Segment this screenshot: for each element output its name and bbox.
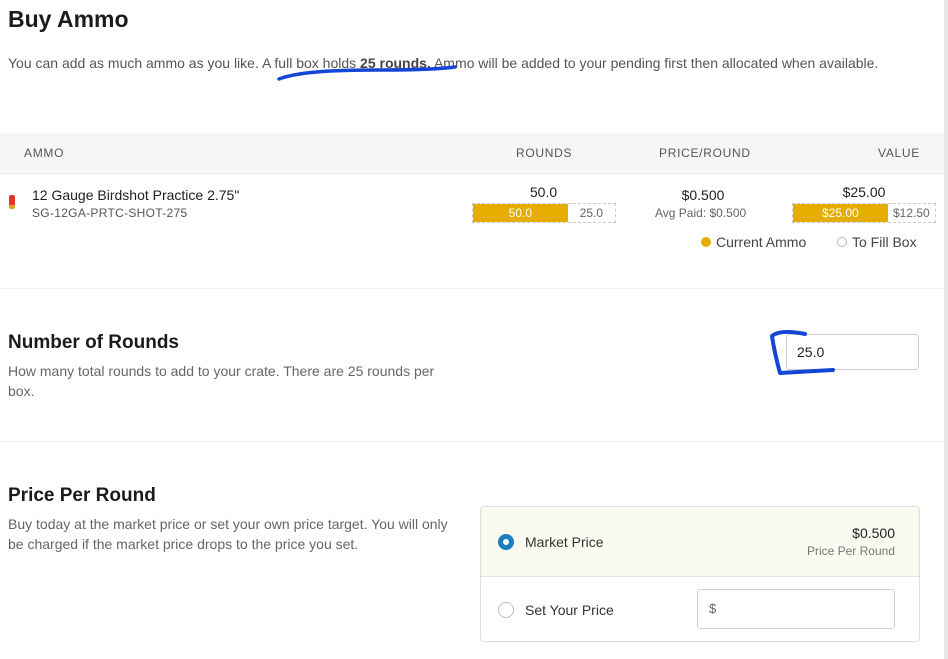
price-options: Market Price $0.500 Price Per Round Set … — [480, 506, 920, 642]
intro-text: You can add as much ammo as you like. A … — [8, 53, 908, 73]
legend-current: Current Ammo — [701, 234, 806, 250]
legend-fill: To Fill Box — [837, 234, 917, 250]
rounds-input[interactable] — [786, 334, 919, 370]
price-per-round: $0.500 — [681, 187, 725, 203]
avg-paid: Avg Paid: $0.500 — [655, 206, 747, 220]
rounds-section-description: How many total rounds to add to your cra… — [8, 363, 435, 399]
shotgun-shell-icon — [9, 195, 15, 209]
market-price-radio[interactable] — [498, 534, 514, 550]
legend-current-label: Current Ammo — [716, 234, 807, 250]
rounds-bar: 50.0 25.0 — [472, 203, 616, 223]
header-value: VALUE — [878, 146, 920, 160]
page-title: Buy Ammo — [8, 6, 129, 32]
table-row: 12 Gauge Birdshot Practice 2.75" SG-12GA… — [0, 174, 944, 289]
value-bar: $25.00 $12.50 — [792, 203, 936, 223]
set-price-label: Set Your Price — [525, 602, 614, 618]
market-price-option[interactable]: Market Price $0.500 Price Per Round — [481, 507, 919, 577]
price-section-description: Buy today at the market price or set you… — [8, 516, 448, 552]
value-to-fill: $12.50 — [893, 206, 930, 220]
rounds-current-fill: 50.0 — [473, 204, 568, 222]
intro-text-start: You can add as much ammo as you like. A … — [8, 55, 361, 71]
header-price-round: PRICE/ROUND — [659, 146, 751, 160]
price-section-title: Price Per Round — [8, 485, 156, 506]
current-ammo-dot-icon — [701, 237, 711, 247]
ammo-name: 12 Gauge Birdshot Practice 2.75" — [32, 187, 240, 203]
currency-prefix: $ — [709, 601, 717, 616]
value-total: $25.00 — [842, 184, 886, 200]
value-current-fill: $25.00 — [793, 204, 888, 222]
box-size-highlight: 25 rounds. — [360, 55, 431, 71]
section-divider — [0, 441, 944, 442]
ammo-sku: SG-12GA-PRTC-SHOT-275 — [32, 206, 188, 220]
to-fill-dot-icon — [837, 237, 847, 247]
header-rounds: ROUNDS — [516, 146, 573, 160]
header-ammo: AMMO — [24, 146, 65, 160]
set-price-field[interactable]: $ — [697, 589, 895, 629]
intro-text-end: Ammo will be added to your pending first… — [430, 55, 879, 71]
market-price-sub: Price Per Round — [806, 544, 895, 558]
market-price-label: Market Price — [525, 534, 604, 550]
set-price-input[interactable] — [722, 594, 886, 626]
rounds-total: 50.0 — [529, 184, 558, 200]
rounds-to-fill: 25.0 — [579, 206, 604, 220]
set-price-radio[interactable] — [498, 602, 514, 618]
rounds-section-title: Number of Rounds — [8, 332, 179, 353]
legend-fill-label: To Fill Box — [852, 234, 917, 250]
ammo-table-header: AMMO ROUNDS PRICE/ROUND VALUE — [0, 133, 944, 174]
market-price-value: $0.500 — [852, 525, 895, 541]
scrollbar[interactable] — [944, 0, 948, 659]
